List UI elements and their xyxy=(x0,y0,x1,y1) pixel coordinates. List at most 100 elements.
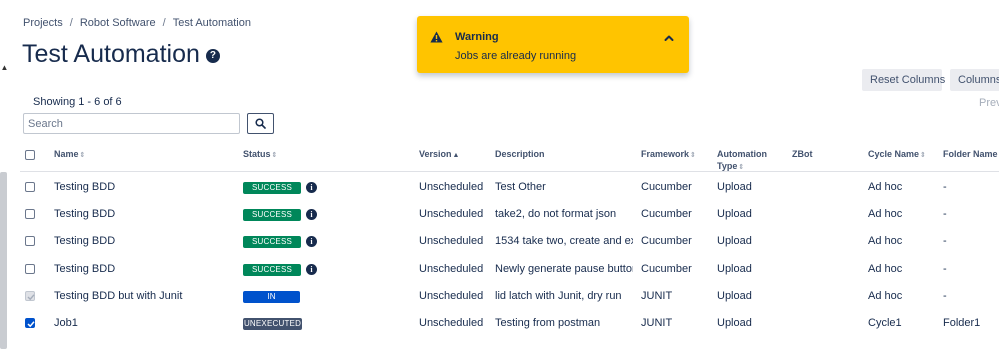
sort-icon: ⇕ xyxy=(738,164,745,171)
cell-folder-name: - xyxy=(943,208,947,220)
reset-columns-button[interactable]: Reset Columns xyxy=(862,69,945,91)
status-badge: UNEXECUTED xyxy=(243,318,302,330)
scroll-up-arrow-icon[interactable]: ▲ xyxy=(0,64,9,72)
column-header-status[interactable]: Status⇕ xyxy=(243,148,277,162)
cell-folder-name: - xyxy=(943,290,947,302)
row-checkbox[interactable] xyxy=(25,236,35,246)
select-all-checkbox[interactable] xyxy=(25,150,35,160)
status-badge: SUCCESS xyxy=(243,209,301,221)
breadcrumb-test-automation[interactable]: Test Automation xyxy=(173,17,251,29)
sort-ascending-icon: ▲ xyxy=(452,152,460,159)
cell-name[interactable]: Testing BDD but with Junit xyxy=(54,283,234,310)
cell-name[interactable]: Testing BDD xyxy=(54,228,234,255)
cell-automation-type: Upload xyxy=(717,235,752,247)
cell-version: Unscheduled xyxy=(419,263,484,275)
breadcrumb-robot-software[interactable]: Robot Software xyxy=(80,17,156,29)
cell-name[interactable]: Testing BDD xyxy=(54,201,234,228)
column-header-folder-name[interactable]: Folder Name⇕ xyxy=(943,148,999,162)
cell-folder-name: Folder1 xyxy=(943,317,981,329)
cell-cycle-name: Ad hoc xyxy=(868,290,903,302)
sort-icon: ⇕ xyxy=(79,152,86,159)
row-checkbox[interactable] xyxy=(25,209,35,219)
cell-cycle-name: Cycle1 xyxy=(868,317,902,329)
info-icon[interactable]: i xyxy=(306,236,317,247)
search-button[interactable] xyxy=(247,113,274,134)
showing-count: Showing 1 - 6 of 6 xyxy=(33,96,122,108)
check-icon xyxy=(27,321,35,328)
table-row[interactable]: Testing BDD SUCCESS i Unscheduled take2,… xyxy=(0,201,999,228)
status-badge: IN PROGRESS xyxy=(243,291,300,313)
cell-version: Unscheduled xyxy=(419,290,484,302)
breadcrumb-projects[interactable]: Projects xyxy=(23,17,63,29)
column-header-description[interactable]: Description xyxy=(495,148,545,160)
row-checkbox xyxy=(25,291,35,301)
status-badge: SUCCESS xyxy=(243,236,301,248)
cell-description: take2, do not format json xyxy=(495,208,617,220)
table-row[interactable]: Testing BDD SUCCESS i Unscheduled 1534 t… xyxy=(0,228,999,255)
cell-folder-name: - xyxy=(943,235,947,247)
cell-automation-type: Upload xyxy=(717,263,752,275)
warning-icon xyxy=(430,31,443,43)
row-checkbox[interactable] xyxy=(25,182,35,192)
table-row[interactable]: Job1 UNEXECUTED Unscheduled Testing from… xyxy=(0,310,999,337)
sort-icon: ⇕ xyxy=(690,152,696,159)
header-divider xyxy=(20,171,999,172)
cell-automation-type: Upload xyxy=(717,290,752,302)
cell-automation-type: Upload xyxy=(717,317,752,329)
table-row[interactable]: Testing BDD SUCCESS i Unscheduled Test O… xyxy=(0,174,999,201)
cell-cycle-name: Ad hoc xyxy=(868,208,903,220)
check-icon xyxy=(27,294,35,301)
cell-name[interactable]: Testing BDD xyxy=(54,256,234,283)
prev-page-link[interactable]: Prev xyxy=(979,97,999,109)
toast-message: Jobs are already running xyxy=(455,50,577,62)
row-checkbox[interactable] xyxy=(25,264,35,274)
search-input[interactable] xyxy=(23,113,240,134)
cell-description: lid latch with Junit, dry run xyxy=(495,290,622,302)
toast-title: Warning xyxy=(455,31,499,43)
cell-automation-type: Upload xyxy=(717,208,752,220)
cell-description: Newly generate pause button... xyxy=(495,263,633,275)
cell-folder-name: - xyxy=(943,263,947,275)
info-icon[interactable]: i xyxy=(306,182,317,193)
cell-description: Testing from postman xyxy=(495,317,601,329)
cell-cycle-name: Ad hoc xyxy=(868,263,903,275)
cell-version: Unscheduled xyxy=(419,235,484,247)
columns-dropdown-button[interactable]: Columns ▼ xyxy=(950,69,999,91)
status-badge: SUCCESS xyxy=(243,182,301,194)
cell-cycle-name: Ad hoc xyxy=(868,235,903,247)
cell-description: 1534 take two, create and ex... xyxy=(495,235,633,247)
cell-folder-name: - xyxy=(943,181,947,193)
column-header-zbot[interactable]: ZBot xyxy=(792,148,813,160)
cell-name[interactable]: Testing BDD xyxy=(54,174,234,201)
table-row[interactable]: Testing BDD SUCCESS i Unscheduled Newly … xyxy=(0,256,999,283)
info-icon[interactable]: i xyxy=(306,209,317,220)
cell-version: Unscheduled xyxy=(419,208,484,220)
chevron-up-icon[interactable] xyxy=(663,32,675,44)
info-icon[interactable]: i xyxy=(306,264,317,275)
cell-cycle-name: Ad hoc xyxy=(868,181,903,193)
sort-icon: ⇕ xyxy=(271,152,278,159)
column-header-version[interactable]: Version▲ xyxy=(419,148,459,162)
page-title: Test Automation xyxy=(22,40,200,68)
row-checkbox[interactable] xyxy=(25,318,35,328)
column-header-framework[interactable]: Framework⇕ xyxy=(641,148,696,162)
table-row[interactable]: Testing BDD but with Junit IN PROGRESS U… xyxy=(0,283,999,313)
page-title-container: Test Automation ? xyxy=(22,40,220,69)
cell-framework: JUNIT xyxy=(641,290,673,302)
cell-framework: Cucumber xyxy=(641,208,692,220)
columns-label: Columns xyxy=(958,74,999,86)
search-icon xyxy=(255,118,266,129)
cell-framework: Cucumber xyxy=(641,181,692,193)
status-badge: SUCCESS xyxy=(243,264,301,276)
sort-icon: ⇕ xyxy=(920,152,926,159)
column-header-name[interactable]: Name⇕ xyxy=(54,148,85,162)
question-circle-icon[interactable]: ? xyxy=(205,49,220,63)
warning-toast: Warning Jobs are already running xyxy=(417,16,689,73)
cell-version: Unscheduled xyxy=(419,181,484,193)
column-header-cycle-name[interactable]: Cycle Name⇕ xyxy=(868,148,926,162)
cell-framework: JUNIT xyxy=(641,317,673,329)
cell-name[interactable]: Job1 xyxy=(54,310,234,337)
cell-automation-type: Upload xyxy=(717,181,752,193)
cell-framework: Cucumber xyxy=(641,235,692,247)
cell-version: Unscheduled xyxy=(419,317,484,329)
